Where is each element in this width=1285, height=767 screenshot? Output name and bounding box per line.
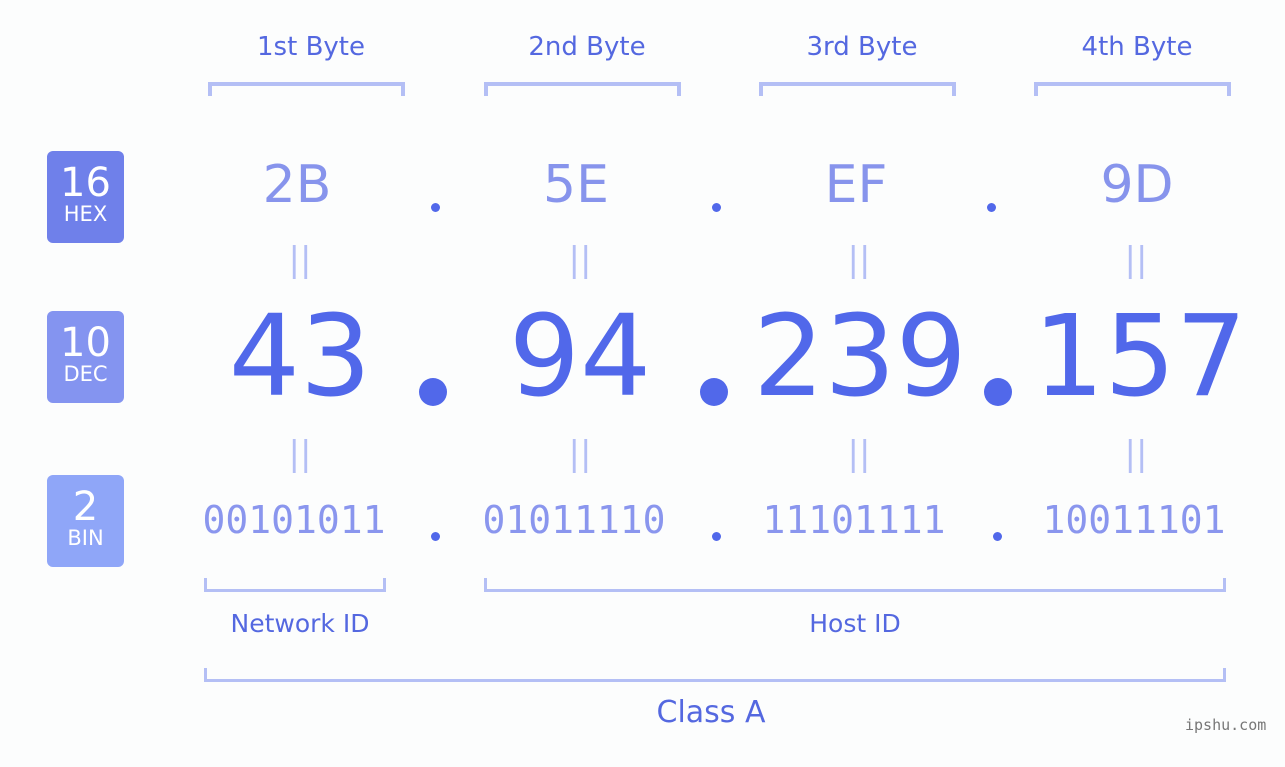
dec-badge-number: 10 <box>60 320 111 366</box>
dec-value-4: 157 <box>1033 292 1247 422</box>
byte-header-2: 2nd Byte <box>528 32 646 62</box>
bin-badge-number: 2 <box>72 484 99 530</box>
byte-bracket-2 <box>484 82 681 96</box>
equals-sign: || <box>288 434 312 474</box>
equals-sign: || <box>847 240 871 280</box>
bin-dot-3 <box>993 532 1002 541</box>
byte-header-4: 4th Byte <box>1081 32 1193 62</box>
hex-value-3: EF <box>824 155 888 215</box>
hex-badge-number: 16 <box>60 160 111 206</box>
equals-sign: || <box>288 240 312 280</box>
bin-value-3: 11101111 <box>762 498 946 542</box>
dec-value-1: 43 <box>228 292 372 422</box>
hex-value-2: 5E <box>543 155 609 215</box>
dec-dot-3 <box>984 378 1012 406</box>
dec-value-3: 239 <box>753 292 967 422</box>
host-id-bracket <box>484 578 1226 592</box>
hex-value-4: 9D <box>1100 155 1174 215</box>
bin-badge: 2 BIN <box>47 475 124 567</box>
bin-dot-1 <box>431 532 440 541</box>
dec-dot-1 <box>419 378 447 406</box>
class-bracket <box>204 668 1226 682</box>
bin-value-4: 10011101 <box>1042 498 1226 542</box>
bin-value-1: 00101011 <box>202 498 386 542</box>
hex-dot-1 <box>431 203 440 212</box>
hex-badge: 16 HEX <box>47 151 124 243</box>
byte-bracket-3 <box>759 82 956 96</box>
equals-sign: || <box>1124 434 1148 474</box>
watermark: ipshu.com <box>1185 716 1267 734</box>
equals-sign: || <box>1124 240 1148 280</box>
network-id-label: Network ID <box>230 609 370 638</box>
dec-dot-2 <box>700 378 728 406</box>
equals-sign: || <box>847 434 871 474</box>
equals-sign: || <box>568 434 592 474</box>
byte-bracket-1 <box>208 82 405 96</box>
byte-header-3: 3rd Byte <box>806 32 918 62</box>
dec-badge-label: DEC <box>63 362 108 386</box>
bin-badge-label: BIN <box>67 526 104 550</box>
dec-badge: 10 DEC <box>47 311 124 403</box>
bin-value-2: 01011110 <box>482 498 666 542</box>
hex-badge-label: HEX <box>63 202 108 226</box>
hex-dot-3 <box>987 203 996 212</box>
equals-sign: || <box>568 240 592 280</box>
dec-value-2: 94 <box>508 292 652 422</box>
byte-header-1: 1st Byte <box>257 32 365 62</box>
host-id-label: Host ID <box>809 609 901 638</box>
network-id-bracket <box>204 578 386 592</box>
hex-dot-2 <box>712 203 721 212</box>
hex-value-1: 2B <box>262 155 332 215</box>
byte-bracket-4 <box>1034 82 1231 96</box>
class-label: Class A <box>656 695 766 730</box>
bin-dot-2 <box>712 532 721 541</box>
